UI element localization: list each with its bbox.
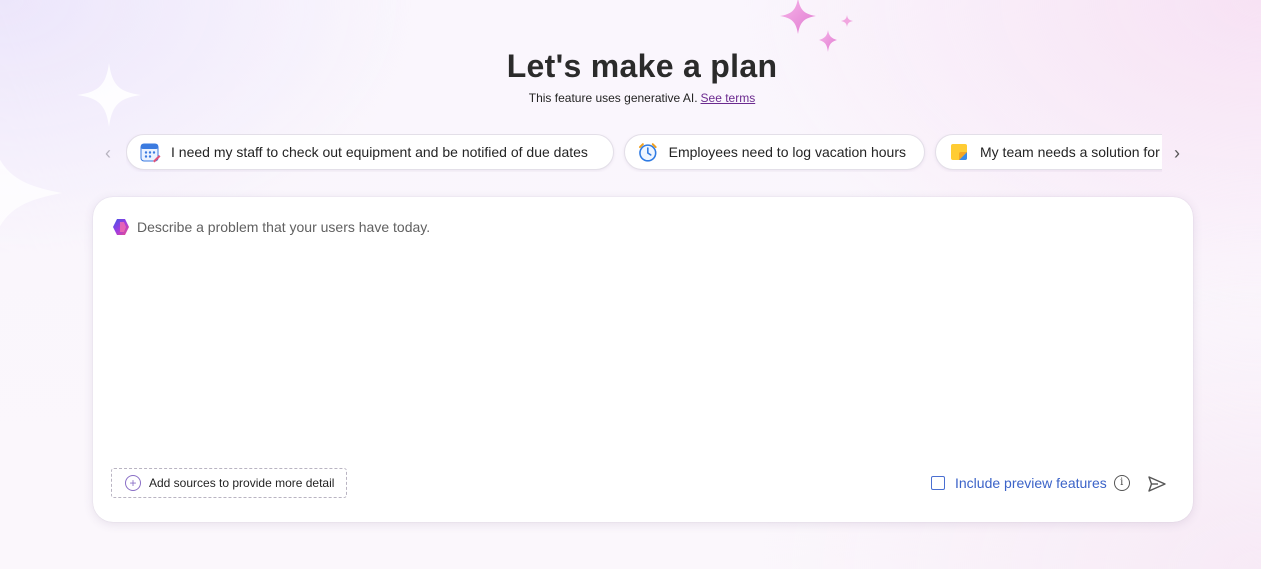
suggestion-label: I need my staff to check out equipment a… bbox=[171, 144, 588, 160]
info-icon[interactable]: i bbox=[1113, 475, 1130, 491]
ai-disclaimer: This feature uses generative AI. See term… bbox=[0, 91, 1261, 105]
send-icon[interactable] bbox=[1147, 475, 1167, 493]
add-sources-label: Add sources to provide more detail bbox=[149, 476, 335, 490]
alarm-clock-icon bbox=[638, 143, 657, 162]
include-preview-toggle: Include preview features i bbox=[931, 475, 1130, 491]
page-title: Let's make a plan bbox=[506, 48, 778, 84]
add-sources-button[interactable]: + Add sources to provide more detail bbox=[111, 468, 347, 498]
include-preview-checkbox[interactable] bbox=[931, 476, 945, 490]
sparkle-decoration-left-large bbox=[0, 159, 62, 227]
suggestion-chip-vacation[interactable]: Employees need to log vacation hours bbox=[624, 134, 925, 170]
ai-disclaimer-text: This feature uses generative AI. bbox=[528, 91, 698, 105]
header: Let's make a plan This feature uses gene… bbox=[0, 46, 1261, 105]
suggestion-chip-team-solution[interactable]: My team needs a solution for bbox=[935, 134, 1162, 170]
prompt-row[interactable]: Describe a problem that your users have … bbox=[111, 217, 430, 237]
plan-composer: Describe a problem that your users have … bbox=[93, 197, 1193, 522]
calendar-icon bbox=[140, 143, 161, 163]
chevron-right-icon[interactable]: › bbox=[1169, 144, 1185, 162]
suggestion-label: My team needs a solution for bbox=[980, 144, 1160, 160]
suggestion-label: Employees need to log vacation hours bbox=[668, 144, 906, 160]
see-terms-link[interactable]: See terms bbox=[701, 91, 756, 105]
add-circle-icon: + bbox=[125, 475, 141, 491]
problem-input[interactable]: Describe a problem that your users have … bbox=[137, 219, 430, 235]
copilot-icon bbox=[113, 219, 129, 235]
chevron-left-icon[interactable]: ‹ bbox=[100, 144, 116, 162]
suggestion-carousel: I need my staff to check out equipment a… bbox=[126, 134, 1162, 172]
include-preview-label[interactable]: Include preview features bbox=[955, 475, 1107, 491]
suggestion-chip-equipment[interactable]: I need my staff to check out equipment a… bbox=[126, 134, 614, 170]
sticky-note-icon bbox=[951, 144, 967, 160]
